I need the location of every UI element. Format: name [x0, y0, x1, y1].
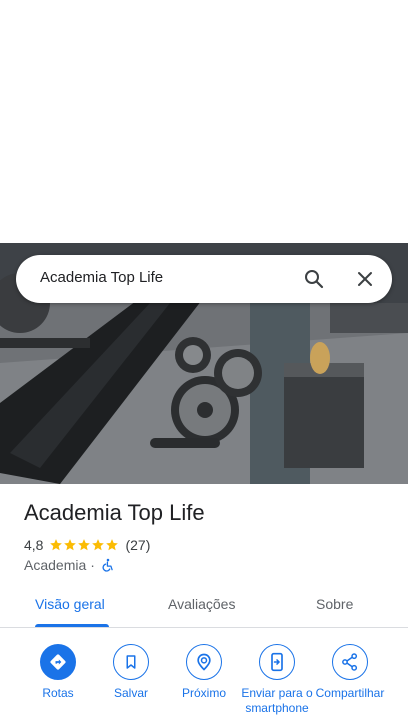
- search-bar[interactable]: Academia Top Life: [16, 255, 392, 303]
- reviews-count[interactable]: (27): [125, 537, 150, 553]
- search-icon[interactable]: [302, 267, 326, 291]
- star-icon: [50, 539, 63, 551]
- share-label: Compartilhar: [315, 686, 385, 700]
- directions-label: Rotas: [42, 686, 74, 700]
- action-bar: Rotas Salvar Próximo Enviar para o smart…: [0, 644, 408, 726]
- nearby-label: Próximo: [181, 686, 226, 700]
- send-to-phone-button[interactable]: Enviar para o smartphone: [238, 644, 316, 716]
- place-category: Academia: [24, 557, 87, 573]
- send-to-phone-label: Enviar para o smartphone: [241, 686, 313, 715]
- active-tab-indicator: [35, 624, 109, 627]
- send-to-phone-icon: [259, 644, 295, 680]
- tab-about[interactable]: Sobre: [316, 596, 353, 612]
- nearby-icon: [186, 644, 222, 680]
- directions-icon: [40, 644, 76, 680]
- search-input[interactable]: Academia Top Life: [40, 269, 163, 286]
- tab-bar: Visão geral Avaliações Sobre: [0, 584, 408, 628]
- star-icon: [106, 539, 119, 551]
- bookmark-icon: [113, 644, 149, 680]
- category-row: Academia ·: [24, 556, 115, 574]
- close-icon[interactable]: [353, 267, 377, 291]
- star-icon: [64, 539, 77, 551]
- map-area[interactable]: [0, 0, 408, 243]
- nearby-button[interactable]: Próximo: [165, 644, 243, 701]
- tab-overview[interactable]: Visão geral: [35, 596, 105, 612]
- place-title: Academia Top Life: [24, 500, 205, 525]
- star-icon: [78, 539, 91, 551]
- star-icon: [92, 539, 105, 551]
- share-icon: [332, 644, 368, 680]
- rating-value: 4,8: [24, 537, 44, 553]
- rating-stars: [49, 538, 119, 552]
- place-details-page: Academia Top Life Academia Top Life 4,8 …: [0, 0, 408, 726]
- save-label: Salvar: [113, 686, 148, 700]
- directions-button[interactable]: Rotas: [19, 644, 97, 701]
- rating-row[interactable]: 4,8 (27): [24, 536, 150, 554]
- save-button[interactable]: Salvar: [92, 644, 170, 701]
- wheelchair-accessible-icon: [101, 558, 115, 572]
- tab-reviews[interactable]: Avaliações: [168, 596, 235, 612]
- share-button[interactable]: Compartilhar: [311, 644, 389, 701]
- separator-dot: ·: [90, 557, 95, 573]
